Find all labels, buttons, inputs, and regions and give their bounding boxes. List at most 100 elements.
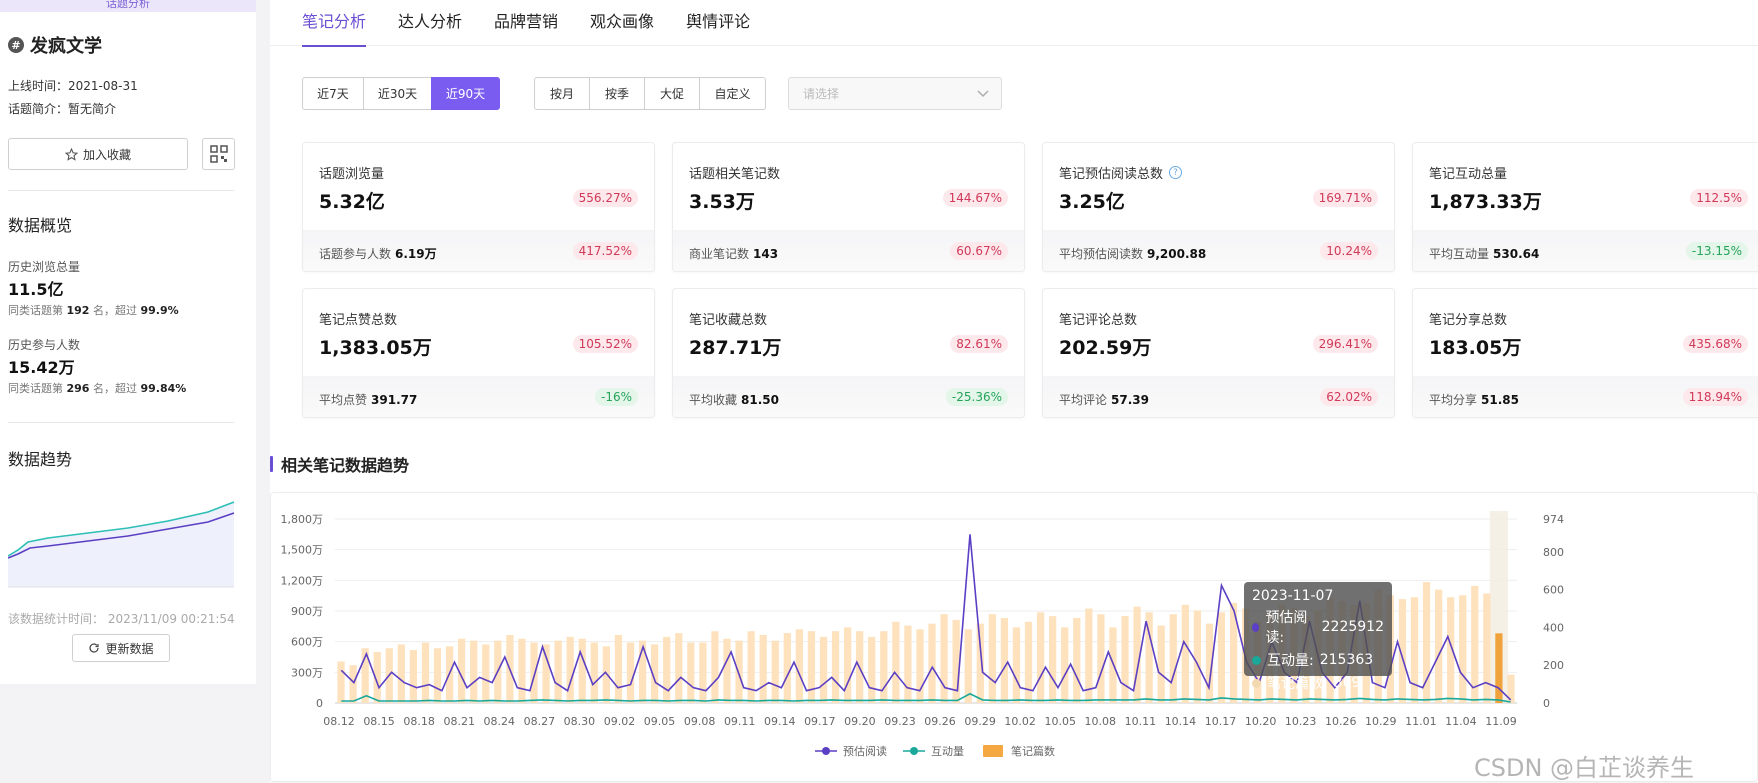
x-tick-label: 09.26 [924, 715, 956, 728]
bar-notes [916, 629, 924, 703]
qr-code-button[interactable] [202, 138, 235, 170]
metric-change: 82.61% [950, 335, 1008, 353]
bar-notes [940, 614, 948, 703]
tab-bar: 笔记分析 达人分析 品牌营销 观众画像 舆情评论 [270, 0, 1758, 47]
x-tick-label: 10.29 [1365, 715, 1397, 728]
metric-card-collects: 笔记收藏总数 287.71万 82.61% 平均收藏 81.50 -25.36% [672, 288, 1025, 418]
divider [8, 422, 234, 423]
period-promo-button[interactable]: 大促 [644, 77, 700, 110]
bar-notes [807, 631, 816, 703]
legend-bar-icon [983, 745, 1003, 757]
bar-notes [819, 636, 828, 703]
bar-notes [409, 650, 418, 703]
x-tick-label: 09.17 [804, 715, 836, 728]
metric-sub-label: 平均预估阅读数 [1059, 247, 1144, 261]
x-tick-label: 10.11 [1125, 715, 1157, 728]
overview-title: 数据概览 [8, 216, 73, 235]
period-select-placeholder: 请选择 [803, 87, 840, 101]
bar-notes [566, 636, 574, 703]
bar-notes [771, 640, 779, 703]
history-views-rank-prefix: 同类话题第 [8, 304, 63, 317]
tab-note-analysis[interactable]: 笔记分析 [302, 0, 367, 47]
divider [8, 190, 234, 191]
metric-change: 435.68% [1682, 335, 1748, 353]
period-select[interactable]: 请选择 [788, 77, 1002, 110]
y-right-tick-label: 600 [1543, 584, 1564, 597]
bar-notes [1012, 627, 1021, 703]
x-tick-label: 09.20 [844, 715, 876, 728]
bar-notes [699, 642, 707, 703]
metric-value: 202.59万 [1059, 337, 1152, 359]
trend-section-title: 相关笔记数据趋势 [270, 452, 409, 476]
tooltip-notes-value: 369 [1333, 675, 1361, 691]
legend-dot-icon [822, 747, 830, 755]
x-tick-label: 09.02 [604, 715, 636, 728]
metric-value: 3.53万 [689, 191, 755, 213]
tab-brand-marketing[interactable]: 品牌营销 [494, 0, 558, 46]
metric-change: 112.5% [1690, 189, 1748, 207]
y-left-tick-label: 600万 [291, 636, 323, 649]
bar-notes [578, 638, 586, 703]
metric-value: 287.71万 [689, 337, 782, 359]
bar-notes [1061, 627, 1069, 703]
period-custom-button[interactable]: 自定义 [699, 77, 766, 110]
metric-sub-value: 143 [753, 247, 779, 261]
range-30d-button[interactable]: 近30天 [363, 77, 432, 110]
period-button-group: 按月 按季 大促 自定义 [534, 77, 766, 110]
bar-notes [928, 623, 936, 703]
metric-sub-label: 话题参与人数 [319, 247, 392, 261]
refresh-data-button[interactable]: 更新数据 [72, 634, 170, 662]
metric-sub-change: 62.02% [1320, 388, 1378, 406]
y-left-tick-label: 900万 [291, 605, 323, 618]
x-tick-label: 11.04 [1445, 715, 1477, 728]
bar-notes [482, 644, 490, 703]
bar-notes [1495, 633, 1503, 703]
tab-influencer-analysis[interactable]: 达人分析 [398, 0, 462, 46]
bar-notes [1410, 597, 1419, 703]
history-users-label: 历史参与人数 [8, 338, 81, 352]
bar-notes [759, 634, 767, 703]
bar-notes [349, 665, 357, 703]
qr-code-icon [209, 145, 228, 163]
bar-notes [988, 614, 996, 703]
period-month-button[interactable]: 按月 [534, 77, 590, 110]
x-tick-label: 08.18 [403, 715, 435, 728]
y-left-tick-label: 0 [316, 697, 323, 710]
add-favorite-button[interactable]: 加入收藏 [8, 138, 188, 170]
bar-notes [1434, 589, 1443, 703]
bar-notes [1036, 612, 1045, 703]
bar-notes [1483, 593, 1491, 703]
metric-sub-label: 商业笔记数 [689, 247, 750, 261]
metric-label: 话题相关笔记数 [689, 167, 781, 182]
tab-public-opinion[interactable]: 舆情评论 [686, 0, 750, 46]
metric-sub-value: 81.50 [741, 393, 779, 407]
bar-notes [976, 623, 984, 703]
metric-change: 169.71% [1312, 189, 1378, 207]
metric-label: 话题浏览量 [319, 167, 385, 182]
metric-sub-change: -25.36% [945, 388, 1008, 406]
x-tick-label: 10.26 [1325, 715, 1357, 728]
metric-value: 1,383.05万 [319, 337, 432, 359]
help-icon[interactable]: ? [1169, 166, 1183, 179]
metric-label: 笔记预估阅读总数? [1059, 163, 1183, 182]
tab-audience-profile[interactable]: 观众画像 [590, 0, 654, 46]
tooltip-interaction-value: 215363 [1319, 652, 1374, 668]
period-quarter-button[interactable]: 按季 [589, 77, 645, 110]
trend-title: 数据趋势 [8, 450, 73, 469]
range-90d-button[interactable]: 近90天 [431, 77, 500, 110]
legend-label: 互动量 [931, 745, 964, 758]
metric-sub-change: -13.15% [1685, 242, 1748, 260]
x-tick-label: 10.02 [1004, 715, 1035, 728]
history-views-rank: 同类话题第 192 名，超过 99.9% [8, 302, 179, 318]
y-left-tick-label: 1,800万 [281, 513, 324, 526]
range-7d-button[interactable]: 近7天 [302, 77, 364, 110]
bar-notes [1121, 616, 1129, 703]
history-users-rank: 同类话题第 296 名，超过 99.84% [8, 380, 186, 396]
metric-value: 1,873.33万 [1429, 191, 1542, 213]
x-tick-label: 08.30 [564, 715, 596, 728]
metric-sub-change: 417.52% [572, 242, 638, 260]
tooltip-date: 2023-11-07 [1252, 588, 1334, 604]
y-left-tick-label: 300万 [291, 666, 323, 679]
metric-sub: 话题参与人数 6.19万 [319, 245, 437, 262]
chart-tooltip: 2023-11-07 预估阅读: 2225912 互动量: 215363 笔记篇数:… [1244, 582, 1392, 692]
